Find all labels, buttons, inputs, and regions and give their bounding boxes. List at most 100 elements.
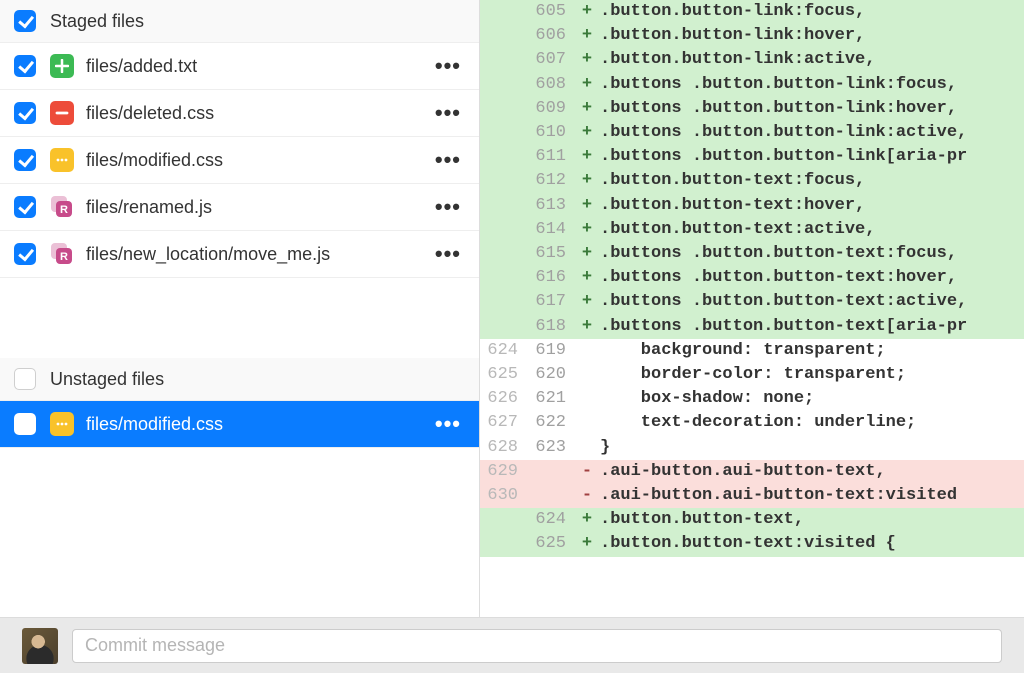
- file-checkbox[interactable]: [14, 102, 36, 124]
- line-number-new: 612: [528, 169, 576, 193]
- diff-line: 629-.aui-button.aui-button-text,: [480, 460, 1024, 484]
- file-checkbox[interactable]: [14, 149, 36, 171]
- line-number-old: [480, 266, 528, 290]
- line-number-old: [480, 121, 528, 145]
- diff-code: .buttons .button.button-link[aria-pr: [598, 145, 1024, 169]
- line-number-new: 606: [528, 24, 576, 48]
- diff-code: .buttons .button.button-text[aria-pr: [598, 315, 1024, 339]
- line-number-old: [480, 218, 528, 242]
- file-name-label: files/renamed.js: [86, 197, 431, 218]
- file-checkbox[interactable]: [14, 196, 36, 218]
- line-number-old: [480, 242, 528, 266]
- file-checkbox[interactable]: [14, 55, 36, 77]
- diff-line: 613+.button.button-text:hover,: [480, 194, 1024, 218]
- line-number-new: 614: [528, 218, 576, 242]
- diff-code: .buttons .button.button-text:active,: [598, 290, 1024, 314]
- diff-line: 609+.buttons .button.button-link:hover,: [480, 97, 1024, 121]
- line-number-new: 624: [528, 508, 576, 532]
- diff-marker: +: [576, 145, 598, 169]
- line-number-new: 609: [528, 97, 576, 121]
- line-number-new: 613: [528, 194, 576, 218]
- line-number-new: 625: [528, 532, 576, 556]
- avatar[interactable]: [22, 628, 58, 664]
- diff-line: 614+.button.button-text:active,: [480, 218, 1024, 242]
- more-icon[interactable]: •••: [431, 147, 465, 173]
- unstaged-file-list: files/modified.css•••: [0, 401, 479, 448]
- line-number-old: [480, 48, 528, 72]
- file-name-label: files/added.txt: [86, 56, 431, 77]
- line-number-new: 619: [528, 339, 576, 363]
- diff-marker: +: [576, 24, 598, 48]
- diff-line: 607+.button.button-link:active,: [480, 48, 1024, 72]
- diff-line: 606+.button.button-link:hover,: [480, 24, 1024, 48]
- file-checkbox[interactable]: [14, 413, 36, 435]
- unstaged-header-label: Unstaged files: [50, 369, 164, 390]
- more-icon[interactable]: •••: [431, 100, 465, 126]
- file-panel-gap: [0, 278, 479, 358]
- line-number-new: 621: [528, 387, 576, 411]
- diff-code: border-color: transparent;: [598, 363, 1024, 387]
- staged-file-row[interactable]: Rfiles/renamed.js•••: [0, 184, 479, 231]
- staged-file-row[interactable]: Rfiles/new_location/move_me.js•••: [0, 231, 479, 278]
- diff-code: .button.button-text:hover,: [598, 194, 1024, 218]
- diff-line: 617+.buttons .button.button-text:active,: [480, 290, 1024, 314]
- more-icon[interactable]: •••: [431, 194, 465, 220]
- diff-line: 625+.button.button-text:visited {: [480, 532, 1024, 556]
- diff-line: 610+.buttons .button.button-link:active,: [480, 121, 1024, 145]
- line-number-new: 616: [528, 266, 576, 290]
- diff-code: .button.button-text,: [598, 508, 1024, 532]
- diff-marker: +: [576, 97, 598, 121]
- line-number-old: [480, 73, 528, 97]
- line-number-old: [480, 0, 528, 24]
- line-number-old: [480, 508, 528, 532]
- diff-marker: +: [576, 242, 598, 266]
- diff-panel[interactable]: 605+.button.button-link:focus,606+.butto…: [480, 0, 1024, 617]
- diff-marker: [576, 363, 598, 387]
- staged-file-row[interactable]: files/deleted.css•••: [0, 90, 479, 137]
- more-icon[interactable]: •••: [431, 241, 465, 267]
- moved-icon: R: [50, 242, 74, 266]
- unstaged-header-checkbox[interactable]: [14, 368, 36, 390]
- more-icon[interactable]: •••: [431, 411, 465, 437]
- diff-code: }: [598, 436, 1024, 460]
- diff-code: .button.button-link:focus,: [598, 0, 1024, 24]
- modified-icon: [50, 148, 74, 172]
- diff-code: text-decoration: underline;: [598, 411, 1024, 435]
- staged-file-list: files/added.txt•••files/deleted.css•••fi…: [0, 43, 479, 278]
- diff-marker: [576, 436, 598, 460]
- diff-marker: +: [576, 48, 598, 72]
- diff-marker: -: [576, 460, 598, 484]
- staged-header: Staged files: [0, 0, 479, 43]
- line-number-old: [480, 290, 528, 314]
- line-number-old: 627: [480, 411, 528, 435]
- file-name-label: files/deleted.css: [86, 103, 431, 124]
- diff-line: 618+.buttons .button.button-text[aria-pr: [480, 315, 1024, 339]
- diff-line: 626621 box-shadow: none;: [480, 387, 1024, 411]
- unstaged-file-row[interactable]: files/modified.css•••: [0, 401, 479, 448]
- unstaged-header: Unstaged files: [0, 358, 479, 401]
- line-number-new: 618: [528, 315, 576, 339]
- file-name-label: files/new_location/move_me.js: [86, 244, 431, 265]
- staged-file-row[interactable]: files/added.txt•••: [0, 43, 479, 90]
- diff-code: .buttons .button.button-link:focus,: [598, 73, 1024, 97]
- diff-line: 627622 text-decoration: underline;: [480, 411, 1024, 435]
- staged-header-checkbox[interactable]: [14, 10, 36, 32]
- diff-code: .button.button-text:visited {: [598, 532, 1024, 556]
- diff-line: 616+.buttons .button.button-text:hover,: [480, 266, 1024, 290]
- staged-file-row[interactable]: files/modified.css•••: [0, 137, 479, 184]
- commit-message-input[interactable]: [72, 629, 1002, 663]
- diff-code: .buttons .button.button-text:focus,: [598, 242, 1024, 266]
- diff-marker: +: [576, 169, 598, 193]
- diff-marker: +: [576, 218, 598, 242]
- diff-code: box-shadow: none;: [598, 387, 1024, 411]
- diff-code: .buttons .button.button-link:active,: [598, 121, 1024, 145]
- more-icon[interactable]: •••: [431, 53, 465, 79]
- file-checkbox[interactable]: [14, 243, 36, 265]
- line-number-new: 623: [528, 436, 576, 460]
- diff-marker: [576, 387, 598, 411]
- diff-code: .aui-button.aui-button-text:visited: [598, 484, 1024, 508]
- line-number-new: 607: [528, 48, 576, 72]
- diff-marker: +: [576, 315, 598, 339]
- line-number-new: [528, 460, 576, 484]
- diff-marker: +: [576, 194, 598, 218]
